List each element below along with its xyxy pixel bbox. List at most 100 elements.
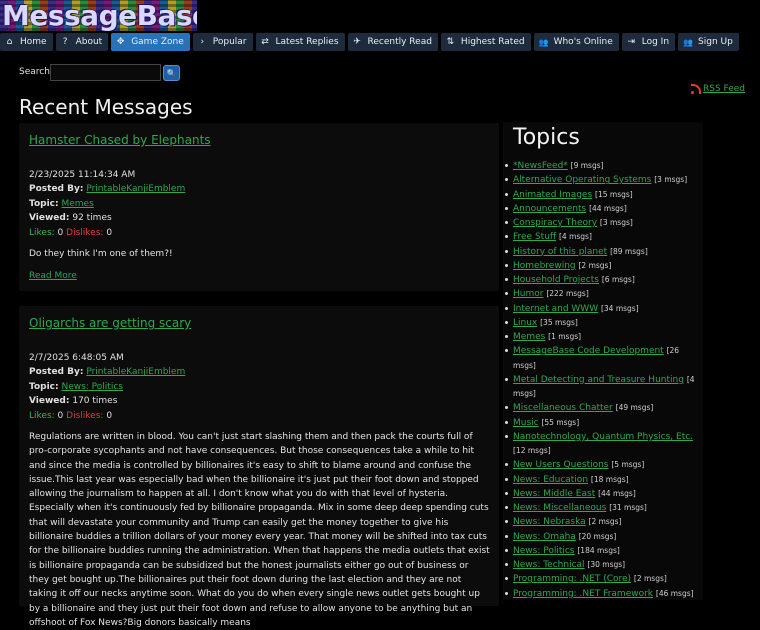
topic-count: [4 msgs] bbox=[558, 232, 592, 242]
topic-count: [2 msgs] bbox=[588, 517, 622, 527]
nav-label: Sign Up bbox=[698, 37, 733, 47]
nav-home[interactable]: ⌂ Home bbox=[0, 33, 53, 51]
topic-link[interactable]: Memes bbox=[513, 332, 545, 342]
topic-link[interactable]: Homebrewing bbox=[513, 261, 576, 271]
question-icon: ? bbox=[62, 37, 68, 47]
topic-item: News: Nebraska [2 msgs] bbox=[505, 515, 697, 529]
topic-item: News: Miscellaneous [31 msgs] bbox=[505, 501, 697, 515]
topics-title: Topics bbox=[513, 125, 580, 150]
topic-count: [55 msgs] bbox=[541, 417, 580, 427]
likes-count: 0 bbox=[57, 227, 64, 238]
nav-highest-rated[interactable]: ⇅ Highest Rated bbox=[440, 33, 531, 51]
topic-link[interactable]: Free Stuff bbox=[513, 232, 556, 242]
dislikes-label: Dislikes: bbox=[66, 410, 104, 421]
topic-link[interactable]: Miscellaneous Chatter bbox=[513, 403, 613, 413]
topic-link[interactable]: News: Middle East bbox=[513, 489, 595, 499]
topic-link[interactable]: News: Technical bbox=[513, 560, 585, 570]
nav-game-zone[interactable]: ✥ Game Zone bbox=[111, 33, 190, 51]
topic-link[interactable]: *NewsFeed* bbox=[513, 161, 568, 171]
topic-count: [5 msgs] bbox=[611, 460, 645, 470]
message-card: Hamster Chased by Elephants 2/23/2025 11… bbox=[19, 123, 499, 291]
author-link[interactable]: PrintableKanjiEmblem bbox=[86, 367, 185, 377]
message-title-link[interactable]: Oligarchs are getting scary bbox=[29, 316, 191, 330]
topic-count: [30 msgs] bbox=[587, 560, 626, 569]
topic-item: Metal Detecting and Treasure Hunting [4 … bbox=[505, 373, 697, 402]
topic-link[interactable]: News: Omaha bbox=[513, 532, 576, 542]
topic-count: [12 msgs] bbox=[513, 446, 551, 455]
nav-popular[interactable]: › Popular bbox=[192, 33, 253, 51]
topic-count: [3 msgs] bbox=[654, 175, 688, 185]
topic-item: Conspiracy Theory [3 msgs] bbox=[505, 216, 697, 230]
message-title-link[interactable]: Hamster Chased by Elephants bbox=[29, 133, 211, 147]
topic-link[interactable]: News: Miscellaneous bbox=[513, 503, 606, 513]
topic-link[interactable]: Internet and WWW bbox=[513, 304, 598, 314]
topic-item: Animated Images [15 msgs] bbox=[505, 188, 697, 202]
topic-item: Miscellaneous Chatter [49 msgs] bbox=[505, 401, 697, 415]
topic-count: [44 msgs] bbox=[589, 203, 627, 213]
search-button[interactable]: 🔍 bbox=[163, 65, 180, 81]
site-logo[interactable]: MessageBase bbox=[0, 0, 197, 31]
topic-link[interactable]: MessageBase Code Development bbox=[513, 346, 664, 356]
topic-item: Programming: .NET (Core) [2 msgs] bbox=[505, 572, 697, 586]
nav-label: Who's Online bbox=[553, 37, 613, 47]
topic-link[interactable]: Announcements bbox=[513, 204, 586, 214]
topic-count: [18 msgs] bbox=[590, 474, 629, 484]
topic-count: [46 msgs] bbox=[655, 588, 694, 598]
topic-link[interactable]: News: Nebraska bbox=[513, 517, 586, 527]
topic-item: Household Projects [6 msgs] bbox=[505, 273, 697, 287]
topic-link[interactable]: Linux bbox=[513, 318, 537, 328]
posted-by-label: Posted By: bbox=[29, 367, 84, 378]
nav-sign-up[interactable]: 👥 Sign Up bbox=[678, 33, 739, 51]
users-icon: 👥 bbox=[538, 37, 549, 47]
topic-item: New Users Questions [5 msgs] bbox=[505, 458, 697, 472]
main-nav: ⌂ Home ? About ✥ Game Zone › Popular ⇄ L… bbox=[0, 33, 742, 51]
message-card: Oligarchs are getting scary 2/7/2025 6:4… bbox=[19, 306, 499, 628]
rss-feed-link[interactable]: RSS Feed bbox=[690, 83, 745, 94]
topic-list: *NewsFeed* [9 msgs] Alternative Operatin… bbox=[505, 159, 697, 601]
topic-link[interactable]: News: Education bbox=[513, 475, 588, 485]
author-link[interactable]: PrintableKanjiEmblem bbox=[86, 184, 185, 194]
topic-link[interactable]: Household Projects bbox=[513, 275, 599, 285]
topic-count: [34 msgs] bbox=[600, 303, 639, 313]
topic-link[interactable]: Programming: .NET (Core) bbox=[513, 574, 631, 584]
nav-whos-online[interactable]: 👥 Who's Online bbox=[533, 33, 619, 51]
topic-link[interactable]: News: Politics bbox=[61, 382, 123, 392]
topic-link[interactable]: New Users Questions bbox=[513, 460, 609, 470]
topic-count: [1 msgs] bbox=[548, 332, 582, 341]
nav-about[interactable]: ? About bbox=[55, 33, 109, 51]
topic-item: Internet and WWW [34 msgs] bbox=[505, 302, 697, 316]
topic-link[interactable]: Alternative Operating Systems bbox=[513, 175, 651, 185]
topic-count: [20 msgs] bbox=[578, 531, 617, 541]
topic-count: [6 msgs] bbox=[601, 275, 635, 284]
topic-link[interactable]: Programming: .NET Framework bbox=[513, 589, 653, 599]
nav-recently-read[interactable]: ✈ Recently Read bbox=[347, 33, 438, 51]
topic-item: *NewsFeed* [9 msgs] bbox=[505, 159, 697, 173]
topic-item: News: Education [18 msgs] bbox=[505, 473, 697, 487]
read-more-link[interactable]: Read More bbox=[29, 269, 77, 283]
nav-log-in[interactable]: ⇥ Log In bbox=[621, 33, 676, 51]
topic-link[interactable]: Nanotechnology, Quantum Physics, Etc. bbox=[513, 432, 693, 442]
topic-link[interactable]: Animated Images bbox=[513, 190, 592, 200]
nav-label: Recently Read bbox=[367, 37, 432, 47]
topic-link[interactable]: Humor bbox=[513, 289, 543, 299]
sign-in-icon: ⇥ bbox=[627, 37, 636, 47]
topic-item: News: Technical [30 msgs] bbox=[505, 558, 697, 572]
topic-link[interactable]: Metal Detecting and Treasure Hunting bbox=[513, 375, 684, 385]
topic-count: [3 msgs] bbox=[599, 218, 633, 227]
topic-link[interactable]: Conspiracy Theory bbox=[513, 218, 597, 228]
message-date: 2/23/2025 11:14:34 AM bbox=[29, 170, 136, 180]
topic-link[interactable]: Music bbox=[513, 418, 539, 428]
search-input[interactable] bbox=[50, 64, 161, 81]
nav-latest-replies[interactable]: ⇄ Latest Replies bbox=[255, 33, 345, 51]
topic-item: Memes [1 msgs] bbox=[505, 330, 697, 344]
topic-count: [9 msgs] bbox=[570, 161, 604, 170]
topic-link[interactable]: History of this planet bbox=[513, 247, 607, 257]
home-icon: ⌂ bbox=[6, 37, 13, 47]
topic-link[interactable]: News: Politics bbox=[513, 546, 575, 556]
message-meta: 2/7/2025 6:48:05 AM Posted By: Printable… bbox=[29, 351, 185, 423]
topic-link[interactable]: Memes bbox=[61, 199, 93, 209]
likes-label: Likes: bbox=[29, 227, 55, 238]
topic-count: [49 msgs] bbox=[615, 403, 654, 413]
viewed-label: Viewed: bbox=[29, 213, 70, 224]
nav-label: About bbox=[75, 37, 103, 47]
